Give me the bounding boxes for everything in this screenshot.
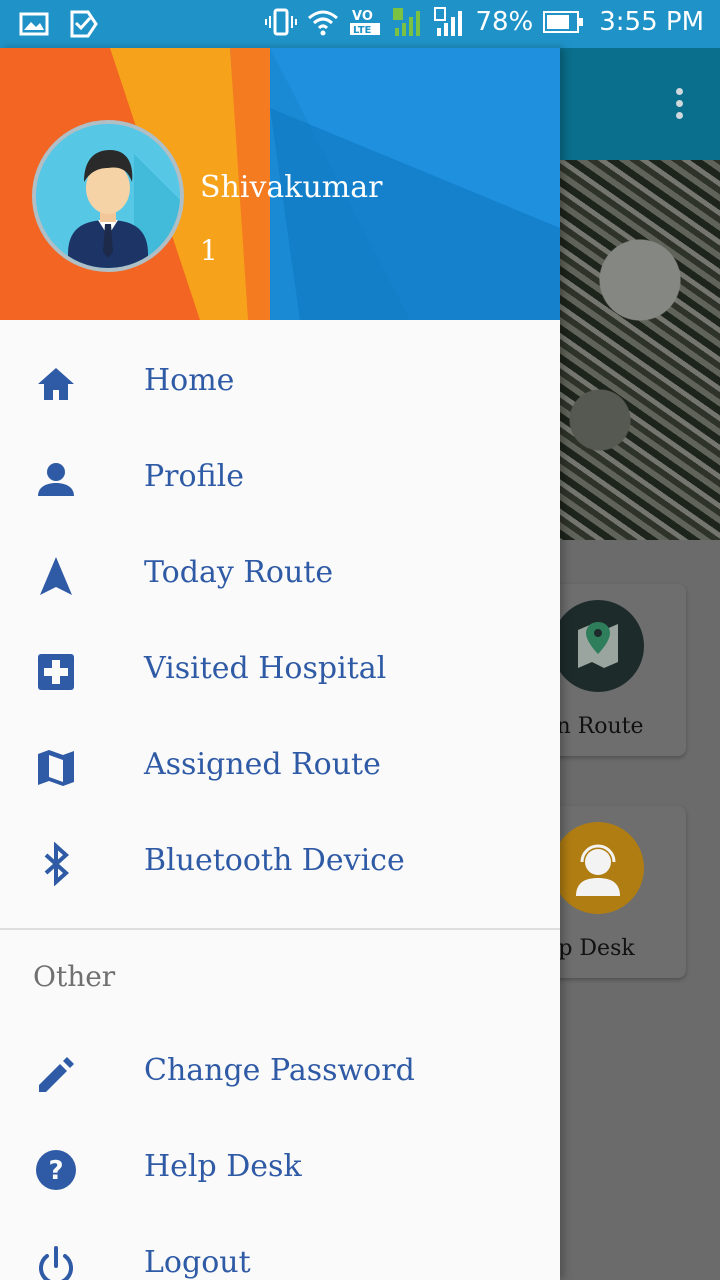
menu-item-home[interactable]: Home: [0, 336, 560, 432]
menu-item-help-desk[interactable]: ? Help Desk: [0, 1122, 560, 1218]
menu-item-logout[interactable]: Logout: [0, 1218, 560, 1280]
svg-text:LTE: LTE: [353, 25, 372, 36]
gallery-icon: [19, 12, 49, 36]
user-id: 1: [200, 234, 218, 267]
hospital-icon: [38, 654, 74, 690]
wifi-icon: [308, 10, 339, 36]
menu-label: Home: [144, 363, 235, 398]
svg-text:?: ?: [48, 1156, 63, 1186]
status-bar: VO LTE 78% 3:55 PM: [0, 0, 720, 48]
menu-item-today-route[interactable]: Today Route: [0, 528, 560, 624]
menu-label: Profile: [144, 459, 244, 494]
menu-label: Assigned Route: [144, 747, 381, 782]
power-icon: [39, 1246, 73, 1280]
navigation-drawer: Shivakumar 1 Home Profile Today Route Vi…: [0, 48, 560, 1280]
map-icon: [38, 750, 74, 786]
map-pin-icon: [552, 600, 644, 692]
pencil-icon: [39, 1057, 74, 1092]
check-app-icon: [70, 10, 98, 38]
person-icon: [38, 463, 74, 496]
support-agent-icon: [552, 822, 644, 914]
section-header-other: Other: [33, 960, 116, 993]
menu-label: Today Route: [144, 555, 334, 590]
sim2-signal-icon: [434, 7, 463, 36]
battery-icon: [543, 11, 584, 33]
navigation-icon: [40, 557, 72, 595]
drawer-header: Shivakumar 1: [0, 48, 560, 320]
vibrate-icon: [265, 8, 298, 36]
menu-item-bluetooth-device[interactable]: Bluetooth Device: [0, 816, 560, 912]
menu-label: Help Desk: [144, 1149, 302, 1184]
help-icon: ?: [36, 1150, 76, 1190]
menu-item-assigned-route[interactable]: Assigned Route: [0, 720, 560, 816]
bluetooth-icon: [44, 842, 69, 886]
menu-item-visited-hospital[interactable]: Visited Hospital: [0, 624, 560, 720]
volte-icon: VO LTE: [350, 9, 381, 36]
svg-text:VO: VO: [352, 9, 373, 24]
clock: 3:55 PM: [599, 7, 704, 37]
avatar[interactable]: [32, 120, 184, 272]
menu-label: Change Password: [144, 1053, 415, 1088]
more-options-icon[interactable]: [676, 88, 684, 124]
menu-label: Bluetooth Device: [144, 843, 405, 878]
user-name: Shivakumar: [200, 170, 383, 205]
menu-item-change-password[interactable]: Change Password: [0, 1026, 560, 1122]
home-icon: [38, 368, 74, 400]
menu-label: Logout: [144, 1245, 251, 1280]
menu-label: Visited Hospital: [144, 651, 387, 686]
sim1-signal-icon: [393, 8, 421, 36]
menu-divider: [0, 928, 560, 930]
menu-item-profile[interactable]: Profile: [0, 432, 560, 528]
battery-percent: 78%: [475, 7, 534, 37]
